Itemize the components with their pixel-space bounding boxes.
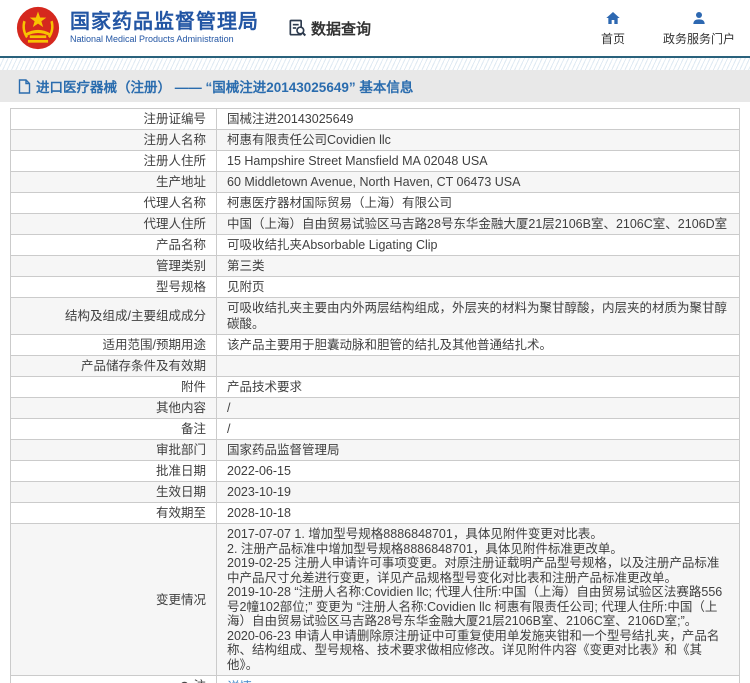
row-value: 国家药品监督管理局 <box>217 440 740 461</box>
registration-info-table: 注册证编号 国械注进20143025649 注册人名称 柯惠有限责任公司Covi… <box>10 108 740 683</box>
row-label: 备注 <box>11 419 217 440</box>
row-value: 中国（上海）自由贸易试验区马吉路28号东华金融大厦21层2106B室、2106C… <box>217 214 740 235</box>
table-row: 审批部门 国家药品监督管理局 <box>11 440 740 461</box>
page-title-bar: 进口医疗器械（注册） —— “国械注进20143025649” 基本信息 <box>0 70 750 102</box>
striped-band <box>0 58 750 70</box>
row-value: 2022-06-15 <box>217 461 740 482</box>
table-row: 产品储存条件及有效期 <box>11 356 740 377</box>
table-row: 适用范围/预期用途 该产品主要用于胆囊动脉和胆管的结扎及其他普通结扎术。 <box>11 335 740 356</box>
table-row: 注册人住所 15 Hampshire Street Mansfield MA 0… <box>11 151 740 172</box>
table-row: 注册人名称 柯惠有限责任公司Covidien llc <box>11 130 740 151</box>
table-row: 备注 / <box>11 419 740 440</box>
row-label: 代理人名称 <box>11 193 217 214</box>
table-row: 代理人名称 柯惠医疗器材国际贸易（上海）有限公司 <box>11 193 740 214</box>
table-row: 注册证编号 国械注进20143025649 <box>11 109 740 130</box>
table-row-change-history: 变更情况 2017-07-07 1. 增加型号规格8886848701，具体见附… <box>11 524 740 676</box>
table-row: 结构及组成/主要组成成分 可吸收结扎夹主要由内外两层结构组成，外层夹的材料为聚甘… <box>11 298 740 335</box>
row-label: 有效期至 <box>11 503 217 524</box>
doc-magnifier-icon <box>287 18 307 38</box>
person-icon <box>691 10 707 26</box>
row-value: / <box>217 398 740 419</box>
row-label: 注 <box>193 678 206 683</box>
row-value: 第三类 <box>217 256 740 277</box>
table-row: 型号规格 见附页 <box>11 277 740 298</box>
row-value: 60 Middletown Avenue, North Haven, CT 06… <box>217 172 740 193</box>
row-label: 注册人住所 <box>11 151 217 172</box>
row-label: 注册人名称 <box>11 130 217 151</box>
row-label: 型号规格 <box>11 277 217 298</box>
table-row: 有效期至 2028-10-18 <box>11 503 740 524</box>
row-label: 附件 <box>11 377 217 398</box>
table-row: 生效日期 2023-10-19 <box>11 482 740 503</box>
row-value: 柯惠医疗器材国际贸易（上海）有限公司 <box>217 193 740 214</box>
row-value: 该产品主要用于胆囊动脉和胆管的结扎及其他普通结扎术。 <box>217 335 740 356</box>
nav-home-label: 首页 <box>601 30 625 47</box>
table-row: 代理人住所 中国（上海）自由贸易试验区马吉路28号东华金融大厦21层2106B室… <box>11 214 740 235</box>
org-name-cn: 国家药品监督管理局 <box>70 11 259 33</box>
row-value: 柯惠有限责任公司Covidien llc <box>217 130 740 151</box>
table-row: 其他内容 / <box>11 398 740 419</box>
row-value: 见附页 <box>217 277 740 298</box>
row-label: 批准日期 <box>11 461 217 482</box>
row-label: 管理类别 <box>11 256 217 277</box>
nav-portal-label: 政务服务门户 <box>663 30 735 47</box>
row-label: 产品名称 <box>11 235 217 256</box>
table-row-note: 注 详情 <box>11 676 740 683</box>
row-value: 2023-10-19 <box>217 482 740 503</box>
table-row: 管理类别 第三类 <box>11 256 740 277</box>
row-label: 结构及组成/主要组成成分 <box>11 298 217 335</box>
row-value: 2028-10-18 <box>217 503 740 524</box>
table-row: 产品名称 可吸收结扎夹Absorbable Ligating Clip <box>11 235 740 256</box>
row-value <box>217 356 740 377</box>
home-icon <box>605 10 621 26</box>
row-value: 国械注进20143025649 <box>217 109 740 130</box>
org-name-en: National Medical Products Administration <box>70 35 259 45</box>
national-emblem-icon <box>16 6 60 50</box>
row-label: 生产地址 <box>11 172 217 193</box>
row-label: 注册证编号 <box>11 109 217 130</box>
nav-portal[interactable]: 政务服务门户 <box>663 10 735 47</box>
org-title-block: 国家药品监督管理局 National Medical Products Admi… <box>70 11 259 45</box>
row-label: 产品储存条件及有效期 <box>11 356 217 377</box>
row-value: 2017-07-07 1. 增加型号规格8886848701，具体见附件变更对比… <box>217 524 740 676</box>
row-value: 15 Hampshire Street Mansfield MA 02048 U… <box>217 151 740 172</box>
header-nav: 首页 政务服务门户 <box>563 10 735 47</box>
row-value: 可吸收结扎夹主要由内外两层结构组成，外层夹的材料为聚甘醇酸，内层夹的材质为聚甘醇… <box>217 298 740 335</box>
row-value: 可吸收结扎夹Absorbable Ligating Clip <box>217 235 740 256</box>
registration-info-table-wrap: 注册证编号 国械注进20143025649 注册人名称 柯惠有限责任公司Covi… <box>0 102 750 683</box>
data-query-label: 数据查询 <box>311 18 371 39</box>
table-row: 附件 产品技术要求 <box>11 377 740 398</box>
row-label: 适用范围/预期用途 <box>11 335 217 356</box>
row-label: 生效日期 <box>11 482 217 503</box>
table-row: 生产地址 60 Middletown Avenue, North Haven, … <box>11 172 740 193</box>
row-label: 其他内容 <box>11 398 217 419</box>
site-header: 国家药品监督管理局 National Medical Products Admi… <box>0 0 750 56</box>
document-icon <box>18 79 31 94</box>
page-title: 进口医疗器械（注册） —— “国械注进20143025649” 基本信息 <box>36 76 413 96</box>
row-label: 变更情况 <box>11 524 217 676</box>
table-row: 批准日期 2022-06-15 <box>11 461 740 482</box>
row-label: 审批部门 <box>11 440 217 461</box>
row-label: 代理人住所 <box>11 214 217 235</box>
nav-home[interactable]: 首页 <box>601 10 625 47</box>
row-value: / <box>217 419 740 440</box>
row-value: 产品技术要求 <box>217 377 740 398</box>
data-query-button[interactable]: 数据查询 <box>287 18 371 39</box>
